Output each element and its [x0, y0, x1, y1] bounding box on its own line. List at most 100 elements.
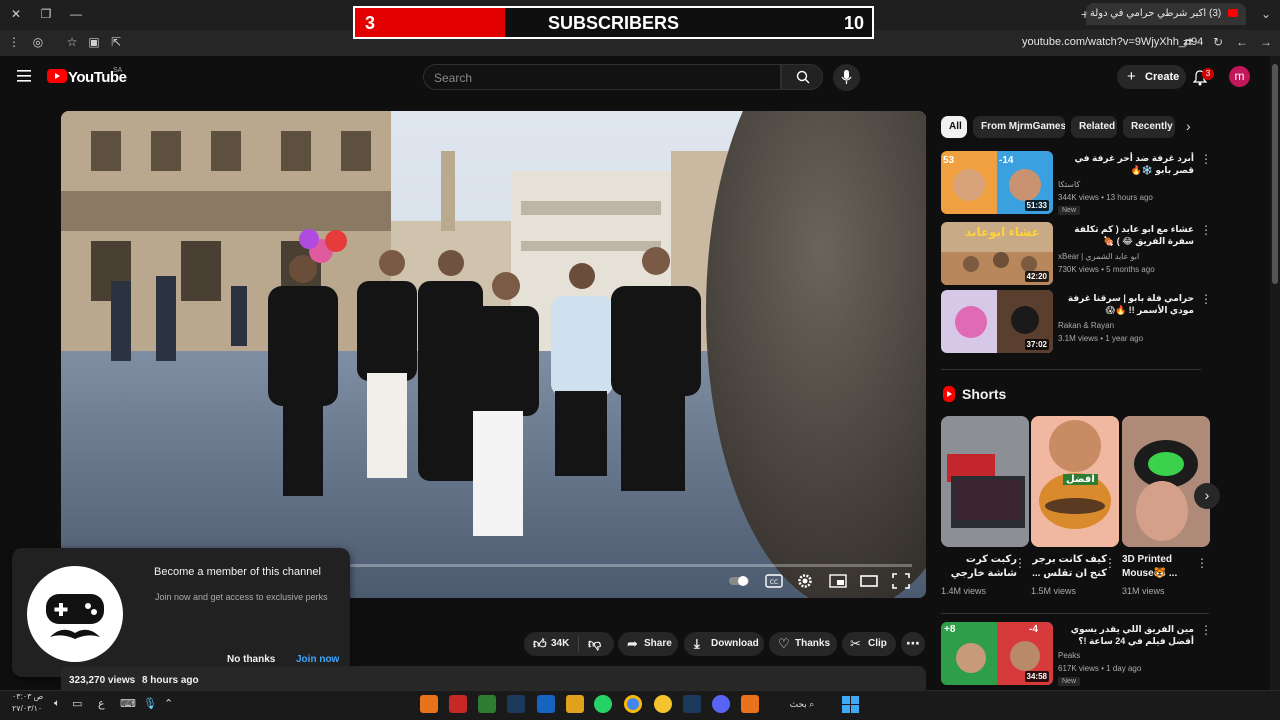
no-thanks-button[interactable]: No thanks [227, 654, 275, 665]
taskbar-time[interactable]: ۰۳:۰۳ ص [12, 692, 43, 701]
taskbar-chrome-icon[interactable] [624, 695, 642, 713]
reload-icon[interactable]: ↻ [1210, 35, 1226, 51]
taskbar-steam-icon-2[interactable] [683, 695, 701, 713]
rec-channel-1[interactable]: كاستكا [1058, 180, 1080, 189]
windows-start-icon[interactable] [842, 696, 859, 713]
short-title-1[interactable]: ركبت كرت شاشة خارجي على ... [941, 553, 1017, 581]
video-frame-scene [61, 111, 926, 598]
taskbar-folder-icon[interactable] [566, 695, 584, 713]
short-views-1: 1.4M views [941, 586, 987, 596]
share-page-icon[interactable]: ⇱ [108, 35, 124, 51]
close-window-icon[interactable]: ✕ [8, 7, 24, 23]
chips-next-icon[interactable]: › [1186, 118, 1191, 134]
rec-menu-icon-4[interactable]: ⋮ [1200, 623, 1212, 637]
share-button[interactable]: ➦ Share [618, 632, 678, 656]
video-player[interactable] [61, 111, 926, 598]
back-icon[interactable]: ← [1234, 35, 1250, 51]
rec-thumbnail-1[interactable]: 53 -14 51:33 [941, 151, 1053, 214]
short-thumb-art-1 [941, 416, 1029, 547]
taskbar-steam-icon[interactable] [507, 695, 525, 713]
rec-menu-icon-3[interactable]: ⋮ [1200, 292, 1212, 306]
taskbar-app-icon-9[interactable] [654, 695, 672, 713]
chip-related[interactable]: Related [1071, 116, 1117, 138]
taskbar-app-icon-2[interactable] [449, 695, 467, 713]
shorts-next-button[interactable]: › [1194, 483, 1220, 509]
fullscreen-icon[interactable] [892, 573, 910, 589]
download-button[interactable]: ⤓ Download [684, 632, 764, 656]
taskbar-app-icon-12[interactable] [741, 695, 759, 713]
create-button[interactable]: + Create [1117, 65, 1186, 89]
tray-expand-icon[interactable]: ⌃ [164, 697, 173, 710]
input-language[interactable]: ع [98, 697, 105, 710]
chip-from-channel[interactable]: From MjrmGames [973, 116, 1065, 138]
rec-channel-2[interactable]: xBear | ابو عابد الشمري [1058, 252, 1139, 261]
url-field[interactable]: youtube.com/watch?v=9WjyXhh_n94 [1022, 36, 1203, 48]
short-thumbnail-1[interactable] [941, 416, 1029, 547]
clip-button[interactable]: ✂ Clip [842, 632, 896, 656]
thanks-heart-icon: ♡ [778, 636, 790, 651]
youtube-logo-icon[interactable] [47, 69, 67, 83]
tab-search-icon[interactable]: ⌄ [1258, 7, 1274, 23]
minimize-window-icon[interactable]: — [68, 7, 84, 23]
browser-tab[interactable]: (3) اكبر شرطي حرامي في دولة قطر [1086, 3, 1246, 25]
mic-tray-icon[interactable]: 🎙︎ [143, 697, 157, 710]
rec-title-1[interactable]: أبرد غرفة ضد أحر غرفة في قصر بابو ❄️🔥 [1058, 152, 1194, 176]
short-title-3[interactable]: 3D Printed Mouse🐯 ... [1122, 553, 1198, 581]
bookmark-star-icon[interactable]: ☆ [64, 35, 80, 51]
short-menu-icon-2[interactable]: ⋮ [1104, 556, 1116, 570]
taskbar-app-icon-5[interactable] [537, 695, 555, 713]
search-input[interactable]: Search [423, 64, 781, 90]
rec-stats-2: 730K views • 5 months ago [1058, 265, 1155, 274]
rec-title-4[interactable]: مين الفريق اللي يقدر يسوي أفضل فيلم في 2… [1058, 623, 1194, 647]
taskbar-app-icon-1[interactable] [420, 695, 438, 713]
keyboard-icon[interactable]: ⌨ [120, 697, 136, 710]
rec-thumbnail-2[interactable]: عشاء ابوعابد 42:20 [941, 222, 1053, 285]
rec-title-2[interactable]: عشاء مع ابو عابد ( كم تكلفة سفرة الفريق … [1058, 223, 1194, 247]
more-actions-button[interactable]: ⋯ [901, 632, 925, 656]
theater-mode-icon[interactable] [860, 573, 878, 589]
short-menu-icon-3[interactable]: ⋮ [1196, 556, 1208, 570]
page-scrollbar-thumb[interactable] [1272, 64, 1278, 284]
rec-channel-3[interactable]: Rakan & Rayan [1058, 321, 1114, 330]
rec-thumbnail-3[interactable]: 37:02 [941, 290, 1053, 353]
profile-icon[interactable]: ◎ [30, 35, 46, 51]
miniplayer-icon[interactable] [829, 573, 847, 589]
voice-search-button[interactable] [833, 64, 860, 91]
svg-text:CC: CC [770, 579, 778, 586]
dislike-thumb-icon[interactable]: 👎︎ [588, 636, 601, 652]
rec-thumbnail-4[interactable]: +8 -4 34:58 [941, 622, 1053, 685]
taskbar-date[interactable]: ۲۷/۰۳/۱۰ [12, 704, 42, 713]
short-thumbnail-3[interactable] [1122, 416, 1210, 547]
autoplay-toggle-icon[interactable] [729, 573, 751, 589]
video-progress-bar[interactable] [312, 564, 912, 567]
restore-window-icon[interactable]: ❐ [38, 7, 54, 23]
settings-gear-icon[interactable] [796, 573, 814, 589]
rec-title-3[interactable]: حرامي فلة بابو | سرقنا غرفة مودي الأسمر … [1058, 292, 1194, 316]
taskbar-discord-icon[interactable] [712, 695, 730, 713]
short-menu-icon-1[interactable]: ⋮ [1014, 556, 1026, 570]
account-avatar[interactable]: m [1229, 66, 1250, 87]
rec-channel-4[interactable]: Peaks [1058, 651, 1080, 660]
like-thumb-icon[interactable]: 👍︎ [533, 636, 547, 652]
extensions-icon[interactable]: ▣ [86, 35, 102, 51]
network-icon[interactable]: ▭ [72, 697, 82, 710]
forward-icon[interactable]: → [1258, 35, 1274, 51]
short-title-2[interactable]: كيف كانت برجر كنج ان تقلس ... [1031, 553, 1107, 581]
menu-dots-icon[interactable]: ⋮ [6, 35, 22, 51]
taskbar-app-icon-3[interactable] [478, 695, 496, 713]
thanks-button[interactable]: ♡ Thanks [769, 632, 837, 656]
volume-icon[interactable]: 🔈︎ [54, 698, 60, 709]
taskbar-whatsapp-icon[interactable] [594, 695, 612, 713]
hamburger-menu-icon[interactable] [17, 70, 31, 82]
taskbar-search[interactable]: بحث ⌕ [772, 695, 832, 713]
thanks-label: Thanks [795, 638, 831, 649]
short-thumbnail-2[interactable]: افضل [1031, 416, 1119, 547]
like-count[interactable]: 34K [551, 638, 569, 649]
rec-menu-icon-1[interactable]: ⋮ [1200, 152, 1212, 166]
chip-recently-uploaded[interactable]: Recently uploaded [1123, 116, 1175, 138]
search-button[interactable] [781, 64, 823, 90]
captions-icon[interactable]: CC [765, 573, 783, 589]
chip-all[interactable]: All [941, 116, 967, 138]
join-now-button[interactable]: Join now [296, 654, 339, 665]
rec-menu-icon-2[interactable]: ⋮ [1200, 223, 1212, 237]
